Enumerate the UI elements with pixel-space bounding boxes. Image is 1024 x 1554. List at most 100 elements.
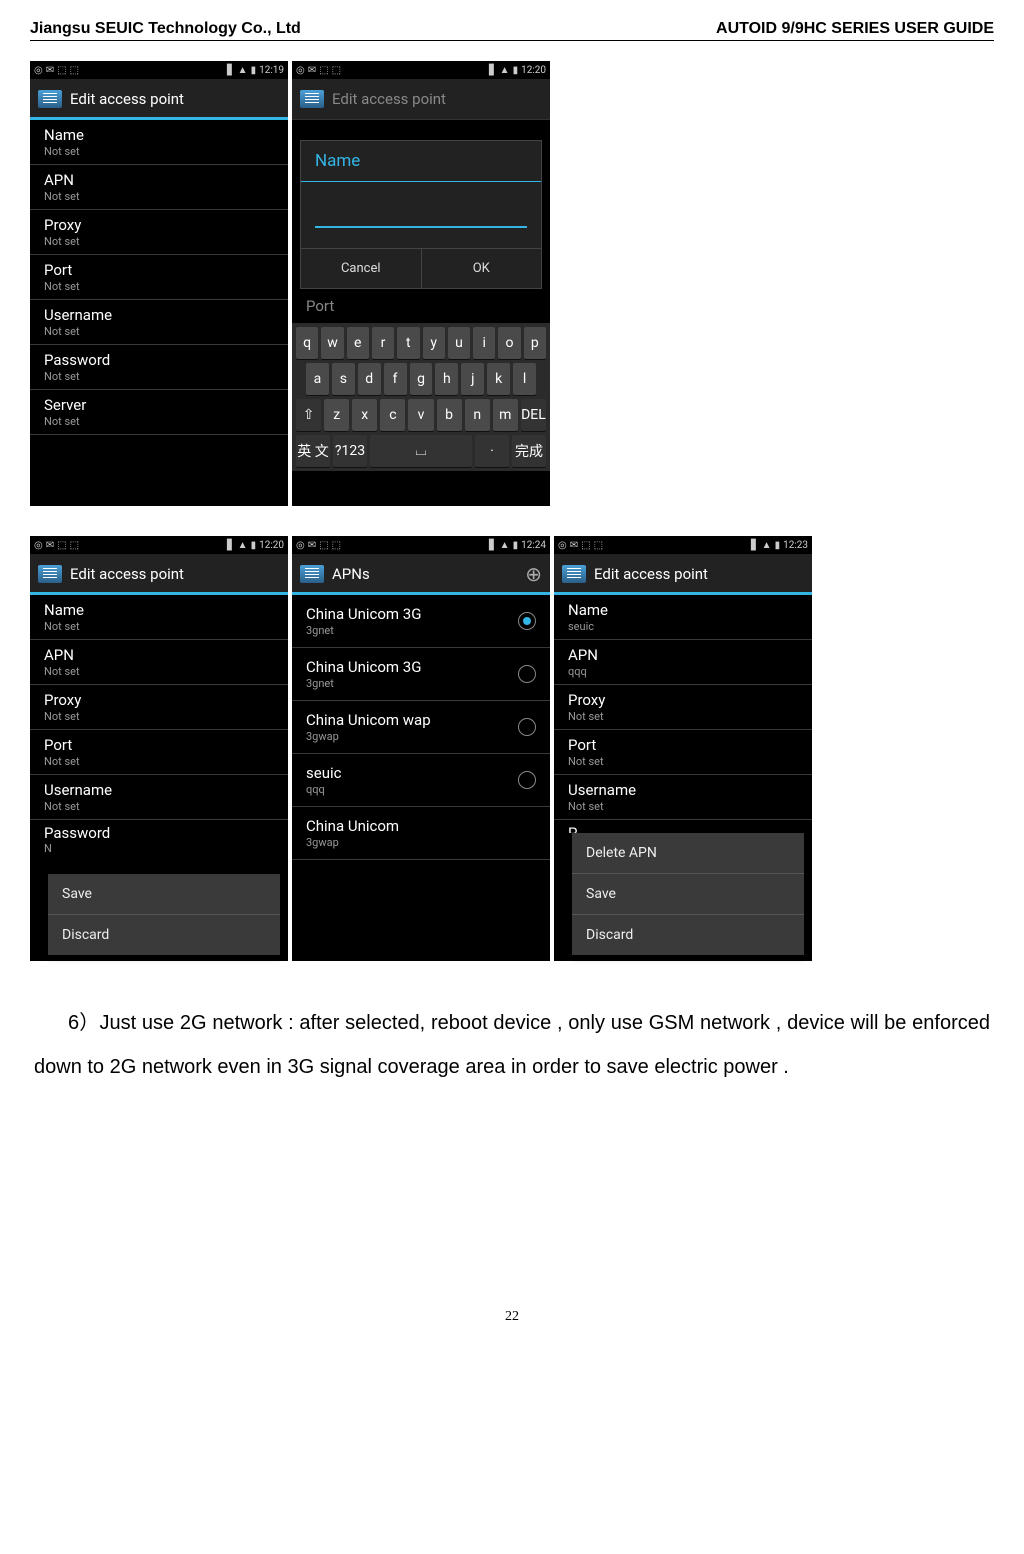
screenshot-apns-list: ◎✉⬚⬚ ▋▲▮12:24 APNs ⊕ China Unicom 3G3gne…: [292, 536, 550, 961]
key-v[interactable]: v: [408, 399, 433, 431]
field-port[interactable]: PortNot set: [554, 730, 812, 775]
field-username[interactable]: UsernameNot set: [30, 300, 288, 345]
settings-icon: [300, 90, 324, 108]
status-bar: ◎✉⬚⬚ ▋▲▮12:20: [292, 61, 550, 79]
key-s[interactable]: s: [332, 363, 355, 395]
apn-radio-selected[interactable]: [518, 612, 536, 630]
options-popup: Save Discard: [48, 874, 280, 955]
apn-item-seuic[interactable]: seuicqqq: [292, 754, 550, 807]
apn-radio[interactable]: [518, 665, 536, 683]
field-password[interactable]: PasswordNot set: [30, 345, 288, 390]
key-f[interactable]: f: [384, 363, 407, 395]
status-bar: ◎✉⬚⬚ ▋▲▮12:20: [30, 536, 288, 554]
header-title: AUTOID 9/9HC SERIES USER GUIDE: [716, 20, 994, 38]
clock: 12:24: [521, 540, 546, 551]
delete-apn-option[interactable]: Delete APN: [572, 833, 804, 874]
field-proxy[interactable]: ProxyNot set: [30, 210, 288, 255]
key-t[interactable]: t: [397, 327, 419, 359]
page-title: Edit access point: [594, 565, 708, 583]
field-proxy[interactable]: ProxyNot set: [30, 685, 288, 730]
cancel-button[interactable]: Cancel: [301, 249, 422, 288]
key-a[interactable]: a: [306, 363, 329, 395]
screenshot-save-popup: ◎✉⬚⬚ ▋▲▮12:20 Edit access point NameNot …: [30, 536, 288, 961]
key-n[interactable]: n: [465, 399, 490, 431]
screenshot-name-dialog: ◎✉⬚⬚ ▋▲▮12:20 Edit access point Name Can…: [292, 61, 550, 506]
save-option[interactable]: Save: [572, 874, 804, 915]
page-title: Edit access point: [332, 90, 446, 108]
page-title: APNs: [332, 565, 370, 583]
field-port[interactable]: PortNot set: [30, 255, 288, 300]
discard-option[interactable]: Discard: [48, 915, 280, 955]
add-apn-button[interactable]: ⊕: [525, 562, 542, 586]
settings-icon: [300, 565, 324, 583]
key-g[interactable]: g: [410, 363, 433, 395]
key-?123[interactable]: ?123: [333, 435, 367, 467]
page-title: Edit access point: [70, 565, 184, 583]
header-company: Jiangsu SEUIC Technology Co., Ltd: [30, 20, 301, 38]
apn-radio[interactable]: [518, 771, 536, 789]
page-title: Edit access point: [70, 90, 184, 108]
title-bar: Edit access point: [292, 79, 550, 120]
name-input[interactable]: [315, 202, 527, 228]
clock: 12:19: [259, 65, 284, 76]
key-英 文[interactable]: 英 文: [296, 435, 330, 467]
key-z[interactable]: z: [324, 399, 349, 431]
key-d[interactable]: d: [358, 363, 381, 395]
dialog-title: Name: [301, 141, 541, 182]
name-dialog: Name Cancel OK: [300, 140, 542, 289]
key-p[interactable]: p: [524, 327, 546, 359]
key-w[interactable]: w: [321, 327, 343, 359]
key-完成[interactable]: 完成: [512, 435, 546, 467]
key-l[interactable]: l: [513, 363, 536, 395]
field-username[interactable]: UsernameNot set: [30, 775, 288, 820]
key-y[interactable]: y: [423, 327, 445, 359]
field-name[interactable]: NameNot set: [30, 120, 288, 165]
soft-keyboard: qwertyuiop asdfghjkl ⇧zxcvbnmDEL 英 文?123…: [292, 323, 550, 471]
key-␣[interactable]: ⌴: [370, 435, 472, 467]
field-name[interactable]: NameNot set: [30, 595, 288, 640]
key-DEL[interactable]: DEL: [521, 399, 546, 431]
field-apn[interactable]: APNNot set: [30, 165, 288, 210]
key-o[interactable]: o: [498, 327, 520, 359]
ok-button[interactable]: OK: [422, 249, 542, 288]
field-username[interactable]: UsernameNot set: [554, 775, 812, 820]
background-port-label: Port: [292, 289, 550, 323]
key-q[interactable]: q: [296, 327, 318, 359]
page-number: 22: [30, 1309, 994, 1325]
field-port[interactable]: PortNot set: [30, 730, 288, 775]
save-option[interactable]: Save: [48, 874, 280, 915]
screenshot-edit-apn-list: ◎✉⬚⬚ ▋▲▮12:19 Edit access point NameNot …: [30, 61, 288, 506]
key-⇧[interactable]: ⇧: [296, 399, 321, 431]
key-c[interactable]: c: [380, 399, 405, 431]
title-bar: Edit access point: [554, 554, 812, 595]
field-proxy[interactable]: ProxyNot set: [554, 685, 812, 730]
key-u[interactable]: u: [448, 327, 470, 359]
field-name[interactable]: Nameseuic: [554, 595, 812, 640]
key-e[interactable]: e: [347, 327, 369, 359]
status-bar: ◎✉⬚⬚ ▋▲▮12:23: [554, 536, 812, 554]
apn-item-cu3g-2[interactable]: China Unicom 3G3gnet: [292, 648, 550, 701]
key-b[interactable]: b: [437, 399, 462, 431]
clock: 12:20: [521, 65, 546, 76]
key-m[interactable]: m: [493, 399, 518, 431]
options-popup: Delete APN Save Discard: [572, 833, 804, 955]
key-h[interactable]: h: [435, 363, 458, 395]
key-j[interactable]: j: [461, 363, 484, 395]
key-·[interactable]: ·: [475, 435, 509, 467]
key-x[interactable]: x: [352, 399, 377, 431]
body-paragraph: 6）Just use 2G network : after selected, …: [34, 1001, 990, 1089]
field-password-label: Password: [30, 820, 288, 842]
apn-item-cuwap[interactable]: China Unicom wap3gwap: [292, 701, 550, 754]
field-apn[interactable]: APNNot set: [30, 640, 288, 685]
apn-item-cu3g-1[interactable]: China Unicom 3G3gnet: [292, 595, 550, 648]
apn-item-cu[interactable]: China Unicom3gwap: [292, 807, 550, 860]
discard-option[interactable]: Discard: [572, 915, 804, 955]
field-apn[interactable]: APNqqq: [554, 640, 812, 685]
key-r[interactable]: r: [372, 327, 394, 359]
key-k[interactable]: k: [487, 363, 510, 395]
apn-radio[interactable]: [518, 718, 536, 736]
field-server[interactable]: ServerNot set: [30, 390, 288, 435]
key-i[interactable]: i: [473, 327, 495, 359]
clock: 12:20: [259, 540, 284, 551]
settings-icon: [38, 565, 62, 583]
